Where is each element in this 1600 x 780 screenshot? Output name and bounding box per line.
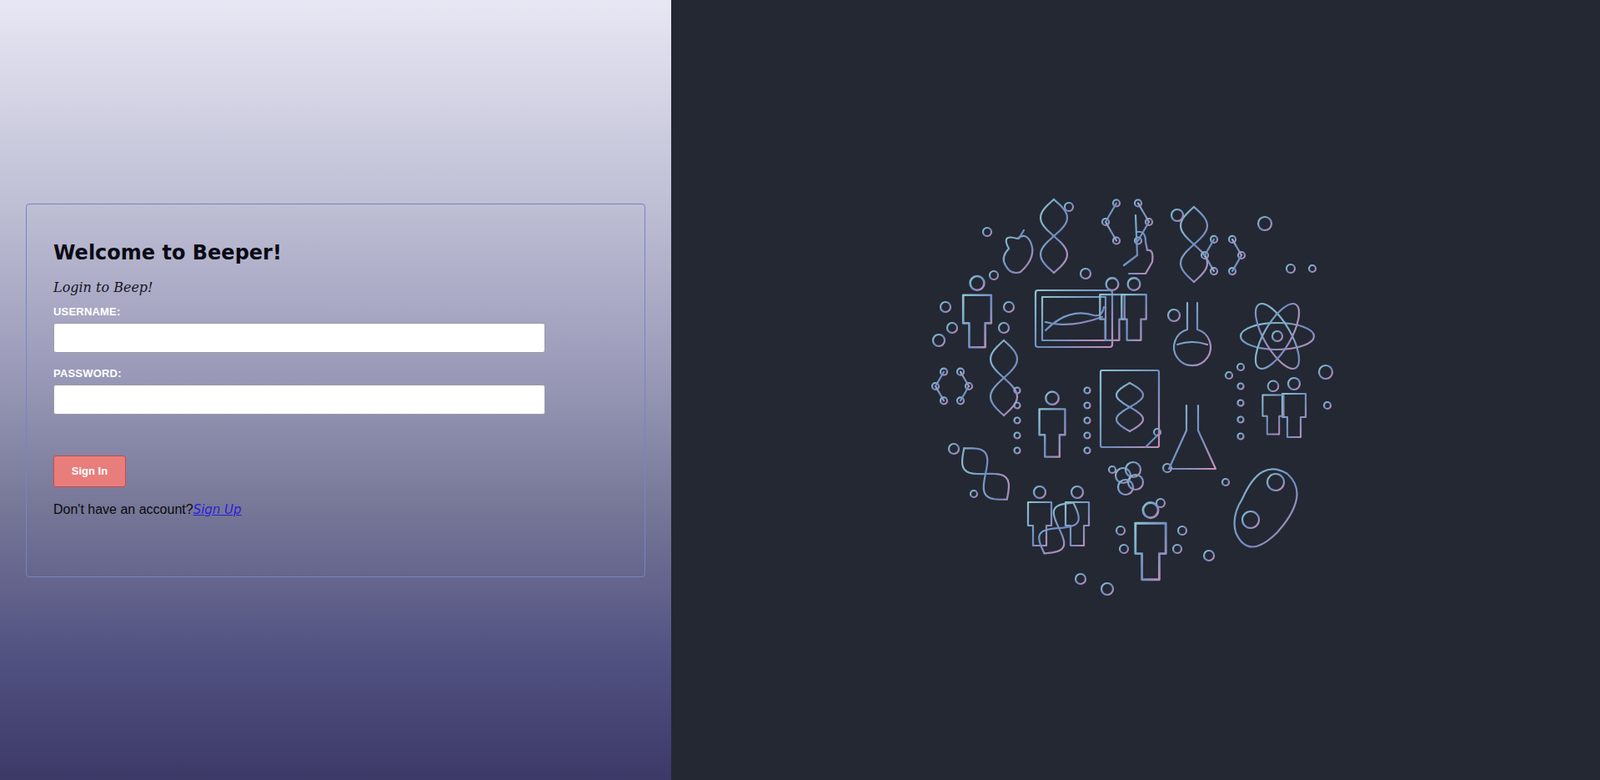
username-input[interactable] — [53, 322, 546, 353]
field-label: PASSWORD: — [53, 366, 618, 380]
signup-row: Don't have an account?Sign Up — [53, 501, 618, 517]
field-label: USERNAME: — [53, 305, 618, 318]
sign-up-link[interactable]: Sign Up — [193, 501, 242, 517]
illustration-panel — [671, 0, 1600, 780]
signup-prompt: Don't have an account? — [53, 501, 194, 517]
science-illustration-icon — [927, 181, 1345, 599]
login-panel: Welcome to Beeper! Login to Beep! USERNAME… — [0, 0, 672, 780]
login-card: Welcome to Beeper! Login to Beep! USERNAME… — [25, 203, 646, 577]
sign-in-button[interactable]: Sign In — [53, 455, 126, 487]
login-title: Welcome to Beeper! — [53, 240, 618, 265]
login-subtitle: Login to Beep! — [53, 279, 618, 296]
password-input[interactable] — [53, 384, 546, 415]
